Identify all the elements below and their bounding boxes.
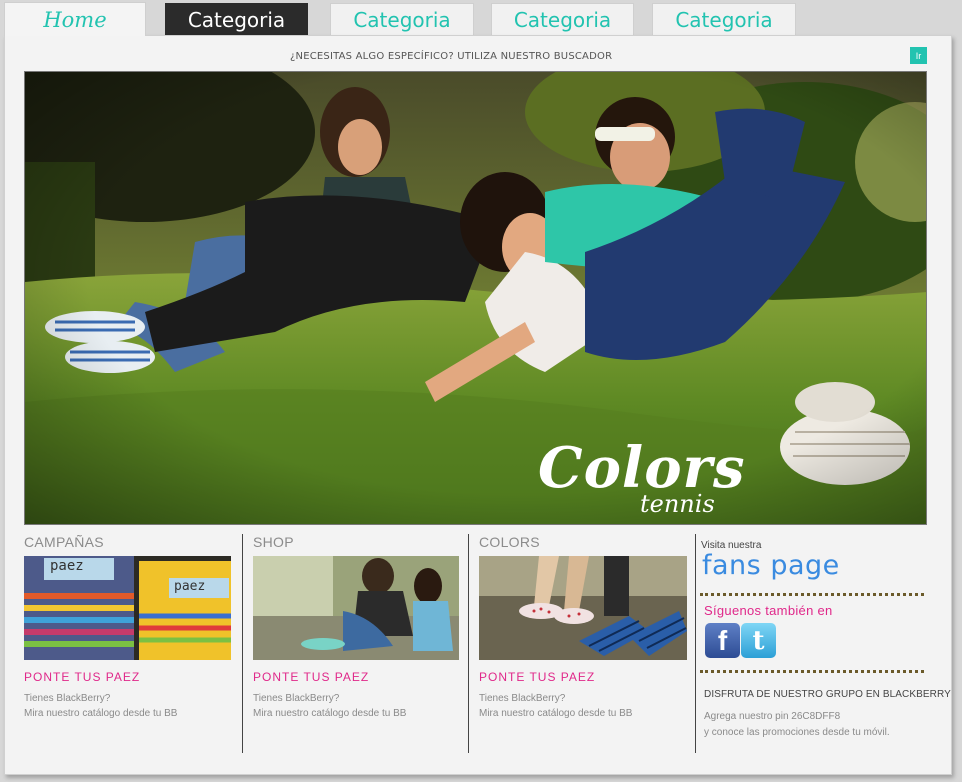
tab-categoria-4[interactable]: Categoria <box>652 3 796 35</box>
blackberry-description: Agrega nuestro pin 26C8DFF8 y conoce las… <box>704 709 890 741</box>
follow-label: Síguenos también en <box>704 603 833 618</box>
colors-image <box>479 556 687 660</box>
column-description: Tienes BlackBerry? Mira nuestro catálogo… <box>24 691 177 721</box>
dotted-divider <box>700 593 924 596</box>
shop-thumbnail[interactable] <box>253 556 459 660</box>
column-title: CAMPAÑAS <box>24 534 104 550</box>
column-colors: COLORS PONTE TUS PAEZ Tienes BlackBerry?… <box>479 534 687 719</box>
column-title: SHOP <box>253 534 294 550</box>
colors-thumbnail[interactable] <box>479 556 687 660</box>
search-prompt: ¿NECESITAS ALGO ESPECÍFICO? UTILIZA NUES… <box>290 51 613 62</box>
column-description: Tienes BlackBerry? Mira nuestro catálogo… <box>479 691 632 721</box>
hero-logo-sub: tennis <box>640 490 715 518</box>
tab-categoria-3[interactable]: Categoria <box>491 3 634 35</box>
tab-categoria-1[interactable]: Categoria <box>165 3 308 35</box>
search-go-button[interactable]: Ir <box>910 47 927 64</box>
tab-home[interactable]: Home <box>4 2 146 36</box>
desc-line-1: Tienes BlackBerry? <box>24 693 111 704</box>
hero-banner[interactable] <box>24 71 927 525</box>
ponte-tus-paez-link[interactable]: PONTE TUS PAEZ <box>24 670 140 684</box>
tab-categoria-2[interactable]: Categoria <box>330 3 474 35</box>
blackberry-title: DISFRUTA DE NUESTRO GRUPO EN BLACKBERRY <box>704 689 951 700</box>
ponte-tus-paez-link[interactable]: PONTE TUS PAEZ <box>253 670 369 684</box>
column-title: COLORS <box>479 534 540 550</box>
desc-line-2: Mira nuestro catálogo desde tu BB <box>479 708 633 719</box>
hero-photo <box>25 72 926 524</box>
desc-line-1: Tienes BlackBerry? <box>253 693 340 704</box>
ponte-tus-paez-link[interactable]: PONTE TUS PAEZ <box>479 670 595 684</box>
fans-page-link[interactable]: fans page <box>702 550 840 581</box>
twitter-icon[interactable]: t <box>741 623 776 658</box>
divider <box>468 534 469 753</box>
bb-desc-line-2: y conoce las promociones desde tu móvil. <box>704 727 890 738</box>
hero-logo: Colors <box>538 435 746 501</box>
campanas-thumbnail[interactable]: paez paez <box>24 556 231 660</box>
paez-label-2: paez <box>174 579 206 594</box>
bb-desc-line-1: Agrega nuestro pin 26C8DFF8 <box>704 711 841 722</box>
column-description: Tienes BlackBerry? Mira nuestro catálogo… <box>253 691 406 721</box>
divider <box>695 534 696 753</box>
column-shop: SHOP PONTE TUS PAEZ Tienes BlackBerry? M… <box>253 534 459 719</box>
dotted-divider <box>700 670 924 673</box>
shop-image <box>253 556 459 660</box>
desc-line-2: Mira nuestro catálogo desde tu BB <box>253 708 407 719</box>
desc-line-2: Mira nuestro catálogo desde tu BB <box>24 708 178 719</box>
column-campanas: CAMPAÑAS paez paez PONTE TUS PAEZ Tienes… <box>24 534 231 719</box>
divider <box>242 534 243 753</box>
facebook-icon[interactable]: f <box>705 623 740 658</box>
desc-line-1: Tienes BlackBerry? <box>479 693 566 704</box>
paez-label-1: paez <box>50 558 84 574</box>
